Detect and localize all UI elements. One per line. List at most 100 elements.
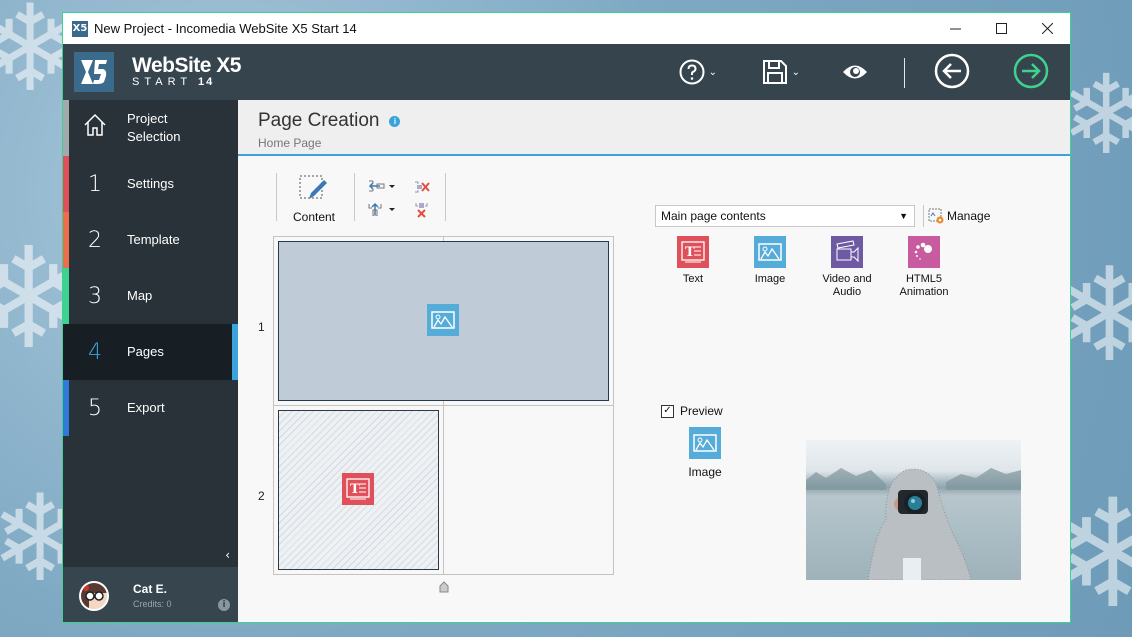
- window-title: New Project - Incomedia WebSite X5 Start…: [94, 21, 357, 36]
- help-icon: [679, 59, 705, 85]
- sidebar-item-export[interactable]: 5 Export: [63, 380, 238, 436]
- step-number: 4: [88, 339, 102, 365]
- preview-object-label: Image: [688, 465, 722, 479]
- step-number: 2: [88, 227, 102, 253]
- dropdown-arrow-icon: ▼: [899, 211, 908, 221]
- insert-row-icon: [368, 202, 395, 217]
- page-header: Page Creation i Home Page: [238, 100, 1070, 156]
- step-number: 1: [88, 171, 102, 197]
- close-icon: [1041, 23, 1053, 34]
- row-number: 2: [258, 489, 265, 503]
- breadcrumb: Home Page: [258, 136, 322, 150]
- checkbox-checked-icon: ✓: [661, 404, 674, 418]
- manage-button[interactable]: Manage: [923, 205, 990, 227]
- info-icon[interactable]: i: [389, 115, 401, 127]
- grid-divider: [274, 405, 613, 406]
- app-header: WebSite X5 START 14 ⌄ ⌄: [63, 44, 1070, 100]
- delete-row-icon: [415, 203, 428, 218]
- sidebar-item-project-selection[interactable]: Project Selection: [63, 100, 238, 156]
- sidebar-item-settings[interactable]: 1 Settings: [63, 156, 238, 212]
- text-object-icon: T: [677, 236, 709, 268]
- home-icon: [63, 113, 127, 143]
- maximize-icon: [995, 23, 1007, 34]
- chevron-down-icon: ⌄: [708, 66, 717, 78]
- manage-label: Manage: [947, 209, 991, 223]
- grid-cell-text-object[interactable]: T: [278, 410, 439, 570]
- object-category-value: Main page contents: [661, 209, 766, 223]
- brand-name: WebSite X5: [132, 54, 241, 77]
- page-title: Page Creation: [258, 110, 380, 131]
- main-panel: Page Creation i Home Page Content 1 2 T …: [238, 100, 1070, 622]
- help-button[interactable]: ⌄: [679, 54, 717, 90]
- delete-row-button[interactable]: [414, 202, 430, 221]
- header-divider: [904, 58, 905, 88]
- sidebar: Project Selection 1 Settings 2 Template …: [63, 100, 238, 622]
- preview-image: [806, 440, 1021, 580]
- object-tile-html5-animation[interactable]: HTML5 Animation: [889, 236, 959, 299]
- sidebar-item-template[interactable]: 2 Template: [63, 212, 238, 268]
- video-audio-object-icon: [831, 236, 863, 268]
- preview-object: Image: [675, 427, 735, 479]
- sidebar-item-map[interactable]: 3 Map: [63, 268, 238, 324]
- object-category-select[interactable]: Main page contents ▼: [655, 205, 915, 227]
- object-tile-text[interactable]: T Text: [658, 236, 728, 286]
- step-color-stripe: [63, 212, 69, 268]
- insert-column-button[interactable]: [368, 179, 396, 196]
- title-bar[interactable]: X5 New Project - Incomedia WebSite X5 St…: [63, 13, 1070, 44]
- sidebar-item-label: Settings: [127, 176, 174, 191]
- manage-objects-icon: [928, 208, 944, 224]
- toolbar-divider: [354, 173, 355, 221]
- sidebar-item-label: Project Selection: [127, 111, 181, 144]
- preview-eye-icon: [843, 65, 867, 79]
- object-label: Image: [754, 273, 786, 285]
- resize-handle-icon[interactable]: [439, 578, 449, 597]
- toolbar-divider: [276, 173, 277, 221]
- preview-button[interactable]: [842, 54, 868, 90]
- sidebar-item-pages[interactable]: 4 Pages: [63, 324, 238, 380]
- close-button[interactable]: [1024, 13, 1070, 44]
- app-window: X5 New Project - Incomedia WebSite X5 St…: [62, 12, 1071, 623]
- forward-arrow-icon: [1013, 53, 1049, 89]
- user-credits: Credits: 0: [133, 599, 172, 609]
- step-number: 3: [88, 283, 102, 309]
- minimize-button[interactable]: [932, 13, 978, 44]
- object-tile-image[interactable]: Image: [735, 236, 805, 286]
- html5-animation-object-icon: [908, 236, 940, 268]
- sidebar-item-label: Template: [127, 232, 180, 247]
- content-button[interactable]: Content: [284, 175, 344, 224]
- sidebar-item-label: Map: [127, 288, 153, 303]
- toolbar-divider: [445, 173, 446, 221]
- user-name: Cat E.: [133, 582, 168, 596]
- avatar[interactable]: [79, 580, 109, 611]
- maximize-button[interactable]: [978, 13, 1024, 44]
- back-button[interactable]: [934, 53, 970, 89]
- object-tile-video-audio[interactable]: Video and Audio: [812, 236, 882, 299]
- svg-text:T: T: [350, 482, 360, 497]
- delete-column-icon: [415, 181, 430, 193]
- object-label: Video and Audio: [822, 273, 872, 298]
- step-color-stripe: [63, 380, 69, 436]
- edit-content-icon: [299, 175, 327, 199]
- preview-label: Preview: [680, 404, 723, 418]
- app-icon: X5: [72, 20, 88, 37]
- step-color-stripe: [63, 100, 69, 156]
- sidebar-item-label: Export: [127, 400, 165, 415]
- object-label: HTML5 Animation: [899, 273, 949, 298]
- delete-column-button[interactable]: [414, 180, 430, 197]
- insert-row-button[interactable]: [368, 202, 396, 219]
- insert-column-icon: [368, 180, 395, 192]
- collapse-sidebar-chevron-left-icon[interactable]: ‹: [225, 548, 230, 562]
- svg-text:T: T: [685, 245, 695, 260]
- chevron-down-icon: ⌄: [791, 66, 800, 78]
- save-button[interactable]: ⌄: [762, 54, 800, 90]
- brand: WebSite X5 START 14: [132, 54, 241, 88]
- grid-cell-image-object[interactable]: [278, 241, 609, 401]
- page-layout-grid[interactable]: T: [273, 236, 614, 575]
- forward-button[interactable]: [1013, 53, 1049, 89]
- user-panel: Cat E. Credits: 0 i: [63, 567, 238, 622]
- info-icon[interactable]: i: [218, 599, 230, 611]
- image-object-icon: [689, 427, 721, 459]
- sidebar-item-label: Pages: [127, 344, 164, 359]
- content-label: Content: [292, 210, 336, 224]
- preview-checkbox[interactable]: ✓ Preview: [661, 404, 723, 418]
